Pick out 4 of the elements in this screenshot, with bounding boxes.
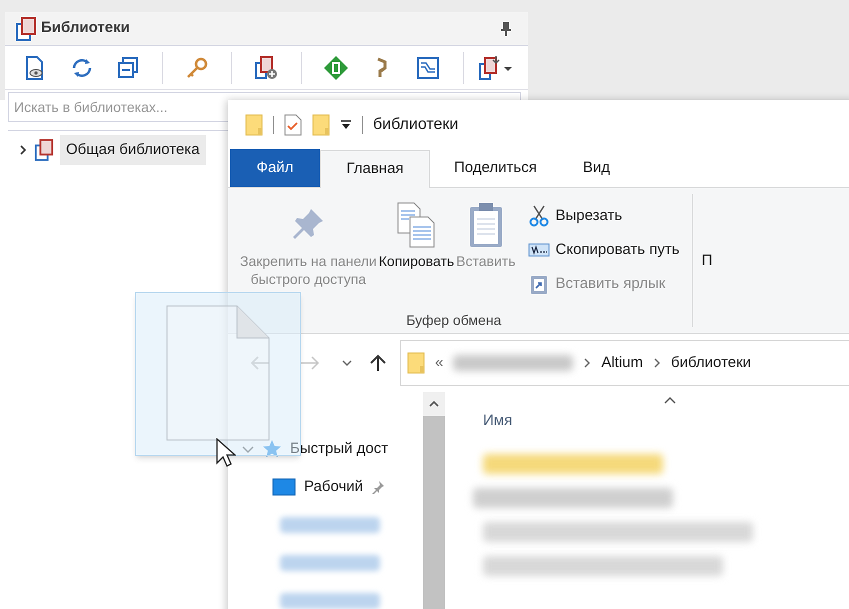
group-label: П — [700, 250, 712, 271]
panel-title: Библиотеки — [41, 18, 130, 38]
group-label: Буфер обмена — [406, 310, 502, 330]
window-title: библиотеки — [373, 114, 458, 135]
